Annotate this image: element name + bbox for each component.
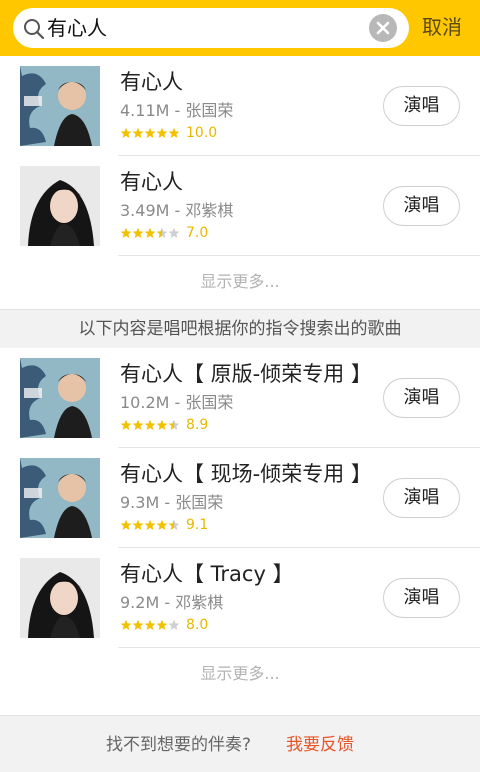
rating-value: 8.0 (186, 617, 209, 633)
song-title: 有心人【 原版-倾荣专用 】 (120, 362, 372, 386)
album-cover (20, 558, 100, 638)
sing-button[interactable]: 演唱 (383, 478, 460, 518)
show-more-button[interactable]: 显示更多... (0, 256, 480, 308)
song-row[interactable]: 有心人 4.11M - 张国荣 10.0 演唱 (0, 56, 480, 156)
song-meta: 3.49M - 邓紫棋 (120, 201, 234, 220)
song-meta: 10.2M - 张国荣 (120, 393, 234, 412)
song-rating: 9.1 (120, 516, 208, 534)
album-cover (20, 66, 100, 146)
top-bar: 有心人 取消 (0, 0, 480, 56)
album-cover (20, 358, 100, 438)
song-meta: 9.2M - 邓紫棋 (120, 593, 224, 612)
song-rating: 7.0 (120, 224, 208, 242)
star-rating-icon (120, 227, 180, 239)
album-cover (20, 166, 100, 246)
section-heading: 以下内容是唱吧根据你的指令搜索出的歌曲 (0, 309, 480, 349)
feedback-link[interactable]: 我要反馈 (286, 734, 354, 756)
song-row[interactable]: 有心人【 原版-倾荣专用 】 10.2M - 张国荣 8.9 演唱 (0, 348, 480, 448)
song-row[interactable]: 有心人【 Tracy 】 9.2M - 邓紫棋 8.0 演唱 (0, 548, 480, 648)
song-row[interactable]: 有心人 3.49M - 邓紫棋 7.0 演唱 (0, 156, 480, 256)
song-title: 有心人【 现场-倾荣专用 】 (120, 462, 372, 486)
footer: 找不到想要的伴奏? 我要反馈 (0, 715, 480, 772)
sing-button[interactable]: 演唱 (383, 186, 460, 226)
clear-icon[interactable] (369, 14, 397, 42)
search-input[interactable]: 有心人 (13, 8, 409, 48)
show-more-button-2[interactable]: 显示更多... (0, 648, 480, 700)
sing-button[interactable]: 演唱 (383, 578, 460, 618)
rating-value: 7.0 (186, 225, 209, 241)
footer-prompt: 找不到想要的伴奏? (106, 735, 252, 755)
rating-value: 9.1 (186, 517, 209, 533)
song-title: 有心人 (120, 170, 183, 194)
star-rating-icon (120, 519, 180, 531)
star-rating-icon (120, 127, 180, 139)
star-rating-icon (120, 419, 180, 431)
sing-button[interactable]: 演唱 (383, 378, 460, 418)
star-rating-icon (120, 619, 180, 631)
rating-value: 8.9 (186, 417, 209, 433)
cancel-button[interactable]: 取消 (422, 14, 462, 40)
song-rating: 10.0 (120, 124, 217, 142)
song-title: 有心人 (120, 70, 183, 94)
song-title: 有心人【 Tracy 】 (120, 562, 294, 586)
song-row[interactable]: 有心人【 现场-倾荣专用 】 9.3M - 张国荣 9.1 演唱 (0, 448, 480, 548)
rating-value: 10.0 (186, 125, 218, 141)
search-icon (24, 19, 45, 40)
song-rating: 8.0 (120, 616, 208, 634)
search-query[interactable]: 有心人 (47, 15, 107, 41)
song-meta: 9.3M - 张国荣 (120, 493, 224, 512)
song-rating: 8.9 (120, 416, 208, 434)
album-cover (20, 458, 100, 538)
sing-button[interactable]: 演唱 (383, 86, 460, 126)
song-meta: 4.11M - 张国荣 (120, 101, 234, 120)
